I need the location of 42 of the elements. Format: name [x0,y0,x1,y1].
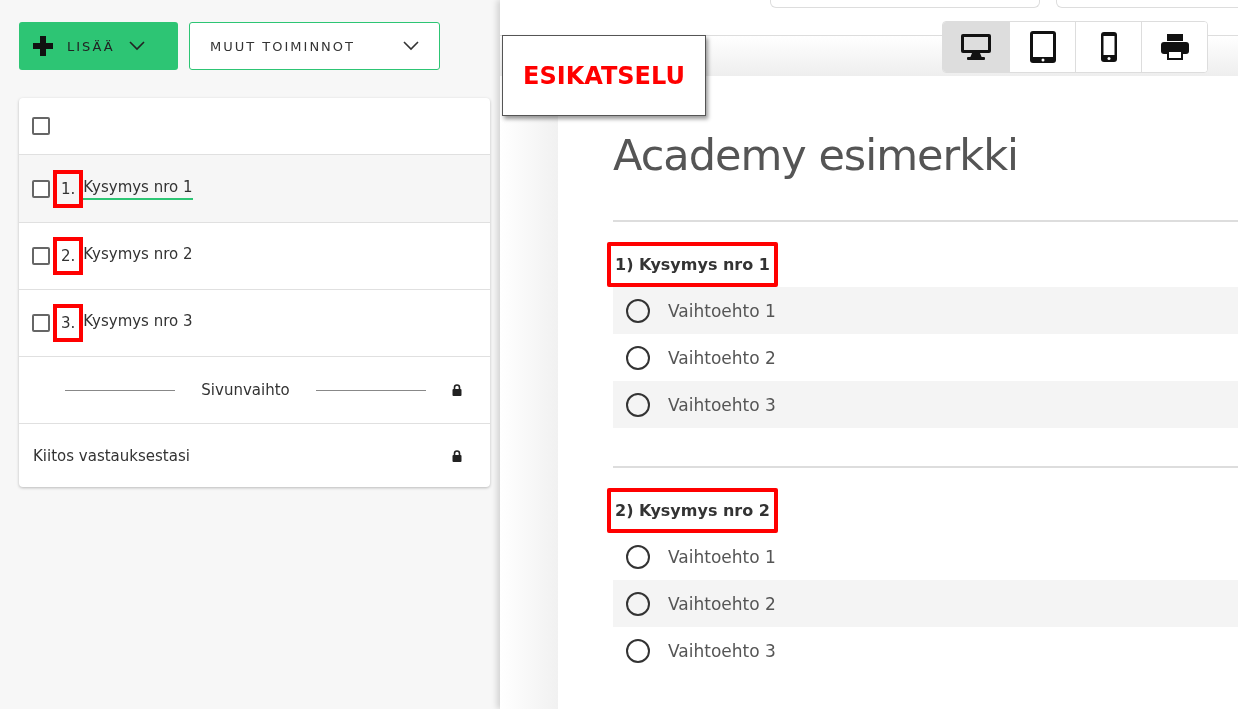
device-button[interactable] [943,22,1009,72]
question-number: 2. [53,237,84,275]
answer-option[interactable]: Vaihtoehto 3 [613,381,1238,428]
radio-button[interactable] [626,392,650,417]
answer-option[interactable]: Vaihtoehto 3 [613,627,1238,674]
question-heading: 1) Kysymys nro 1 [607,242,778,287]
answer-option[interactable]: Vaihtoehto 2 [613,580,1238,627]
monitor-icon [961,34,991,60]
radio-button[interactable] [626,298,650,323]
checkbox[interactable] [32,117,50,135]
radio-button[interactable] [626,345,650,370]
radio-button[interactable] [626,544,650,569]
chevron-down-icon [403,41,419,51]
question-list-item[interactable]: 3. Kysymys nro 3 [19,290,490,357]
answer-option[interactable]: Vaihtoehto 2 [613,334,1238,381]
page-break-label: Sivunvaihto [201,381,290,399]
plus-icon [33,36,53,56]
checkbox[interactable] [32,314,50,332]
checkbox[interactable] [32,179,50,198]
device-button[interactable] [1141,22,1207,72]
preview-badge: ESIKATSELU [502,35,706,116]
answer-option[interactable]: Vaihtoehto 1 [613,287,1238,334]
question-number: 3. [53,304,84,342]
question-title: Kysymys nro 3 [83,312,193,332]
thanks-page-label: Kiitos vastauksestasi [33,446,190,465]
question-number: 1. [53,169,84,208]
add-button[interactable]: LISÄÄ [19,22,178,70]
survey-title: Academy esimerkki [613,129,1019,182]
checkbox[interactable] [32,247,50,265]
question-title: Kysymys nro 1 [83,177,193,200]
question-list-item[interactable]: 2. Kysymys nro 2 [19,223,490,290]
printer-icon [1160,34,1189,60]
radio-button[interactable] [626,591,650,616]
question-heading: 2) Kysymys nro 2 [607,488,778,533]
phone-icon [1100,32,1117,62]
more-actions-button[interactable]: MUUT TOIMINNOT [189,22,440,70]
radio-button[interactable] [626,638,650,663]
tablet-icon [1029,31,1056,63]
question-title: Kysymys nro 2 [83,245,193,265]
question-list-item[interactable]: 1. Kysymys nro 1 [19,155,490,223]
chevron-down-icon [128,41,145,51]
answer-option[interactable]: Vaihtoehto 1 [613,533,1238,580]
